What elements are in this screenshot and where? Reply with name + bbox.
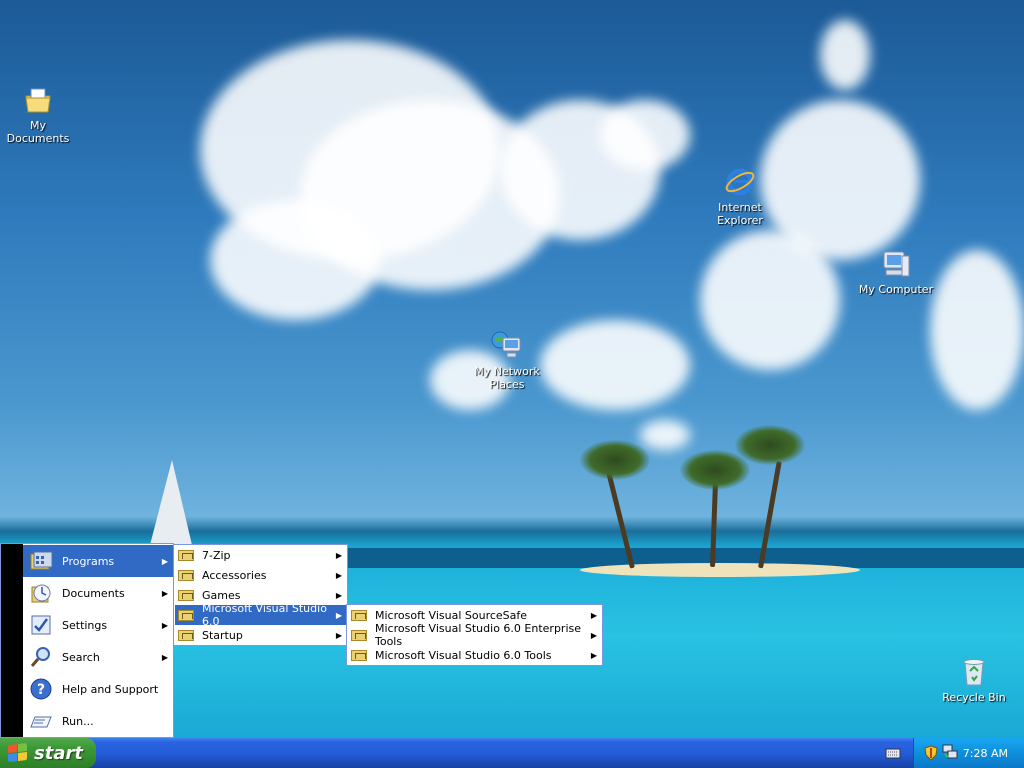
submenu-arrow-icon: ▶ — [335, 610, 342, 620]
start-menu-item-label: Settings — [62, 618, 108, 632]
desktop: My Documents Internet Explorer My Comput… — [0, 0, 1024, 738]
program-group-icon — [178, 608, 194, 622]
submenu-arrow-icon: ▶ — [335, 630, 342, 640]
start-menu: Programs ▶ Documents ▶ Settings ▶ Search… — [0, 543, 174, 738]
documents-icon — [29, 581, 53, 605]
vs-item-label: Microsoft Visual Studio 6.0 Tools — [375, 648, 552, 662]
desktop-icon-label: Recycle Bin — [942, 691, 1006, 704]
start-button-label: start — [34, 742, 83, 764]
submenu-arrow-icon: ▶ — [590, 630, 597, 640]
submenu-arrow-icon: ▶ — [335, 550, 342, 560]
start-menu-item-documents[interactable]: Documents ▶ — [23, 577, 173, 609]
programs-item-accessories[interactable]: Accessories ▶ — [175, 565, 346, 585]
desktop-icon-internet-explorer[interactable]: Internet Explorer — [700, 166, 780, 227]
submenu-arrow-icon: ▶ — [590, 610, 597, 620]
programs-item-startup[interactable]: Startup ▶ — [175, 625, 346, 645]
submenu-arrow-icon: ▶ — [161, 620, 168, 630]
desktop-icon-label: Internet Explorer — [717, 201, 763, 227]
run-icon — [29, 709, 53, 733]
programs-item-label: 7-Zip — [202, 548, 231, 562]
program-group-icon — [178, 588, 194, 602]
my-computer-icon — [880, 248, 912, 280]
program-group-icon — [178, 568, 194, 582]
programs-item-7zip[interactable]: 7-Zip ▶ — [175, 545, 346, 565]
desktop-icon-recycle-bin[interactable]: Recycle Bin — [934, 656, 1014, 704]
start-menu-item-label: Run... — [62, 714, 94, 728]
search-icon — [29, 645, 53, 669]
windows-flag-icon — [8, 743, 28, 763]
program-group-icon — [178, 628, 194, 642]
submenu-arrow-icon: ▶ — [161, 652, 168, 662]
desktop-icon-my-documents[interactable]: My Documents — [0, 84, 78, 145]
start-menu-item-programs[interactable]: Programs ▶ — [23, 545, 173, 577]
help-icon: ? — [29, 677, 53, 701]
svg-text:?: ? — [37, 682, 45, 698]
program-group-icon — [351, 628, 367, 642]
system-tray: 7:28 AM — [913, 738, 1024, 768]
my-documents-icon — [22, 84, 54, 116]
submenu-arrow-icon: ▶ — [590, 650, 597, 660]
program-group-icon — [351, 608, 367, 622]
desktop-icon-label: My Computer — [858, 283, 934, 296]
programs-item-visual-studio[interactable]: Microsoft Visual Studio 6.0 ▶ — [175, 602, 346, 628]
start-menu-item-settings[interactable]: Settings ▶ — [23, 609, 173, 641]
start-menu-side-banner — [1, 544, 23, 737]
start-menu-item-label: Programs — [62, 554, 115, 568]
programs-item-label: Startup — [202, 628, 243, 642]
programs-icon — [29, 549, 53, 573]
submenu-arrow-icon: ▶ — [335, 570, 342, 580]
settings-icon — [29, 613, 53, 637]
desktop-icon-label: My Network Places — [474, 365, 540, 391]
vs-item-label: Microsoft Visual SourceSafe — [375, 608, 528, 622]
desktop-icon-my-network-places[interactable]: My Network Places — [467, 330, 547, 391]
start-menu-item-label: Search — [62, 650, 100, 664]
submenu-arrow-icon: ▶ — [161, 556, 168, 566]
start-menu-item-search[interactable]: Search ▶ — [23, 641, 173, 673]
network-places-icon — [491, 330, 523, 362]
programs-item-label: Games — [202, 588, 241, 602]
vs-item-tools[interactable]: Microsoft Visual Studio 6.0 Tools ▶ — [348, 645, 601, 665]
start-menu-item-label: Help and Support — [62, 682, 159, 696]
taskbar: start 7:28 AM — [0, 738, 1024, 768]
visual-studio-submenu: Microsoft Visual SourceSafe ▶ Microsoft … — [346, 604, 603, 666]
start-menu-item-help-and-support[interactable]: ? Help and Support — [23, 673, 173, 705]
clock[interactable]: 7:28 AM — [963, 747, 1008, 760]
keyboard-icon[interactable] — [885, 746, 901, 760]
desktop-icon-my-computer[interactable]: My Computer — [856, 248, 936, 296]
start-button[interactable]: start — [0, 738, 96, 768]
start-menu-item-run[interactable]: Run... — [23, 705, 173, 737]
desktop-icon-label: My Documents — [6, 119, 70, 145]
program-group-icon — [351, 648, 367, 662]
submenu-arrow-icon: ▶ — [161, 588, 168, 598]
start-menu-item-label: Documents — [62, 586, 125, 600]
program-group-icon — [178, 548, 194, 562]
programs-item-label: Accessories — [202, 568, 267, 582]
recycle-bin-icon — [958, 656, 990, 688]
vs-item-enterprise-tools[interactable]: Microsoft Visual Studio 6.0 Enterprise T… — [348, 622, 601, 648]
network-icon[interactable] — [942, 744, 958, 760]
programs-submenu: 7-Zip ▶ Accessories ▶ Games ▶ Microsoft … — [173, 544, 348, 646]
internet-explorer-icon — [724, 166, 756, 198]
security-shield-icon[interactable] — [924, 745, 938, 761]
submenu-arrow-icon: ▶ — [335, 590, 342, 600]
